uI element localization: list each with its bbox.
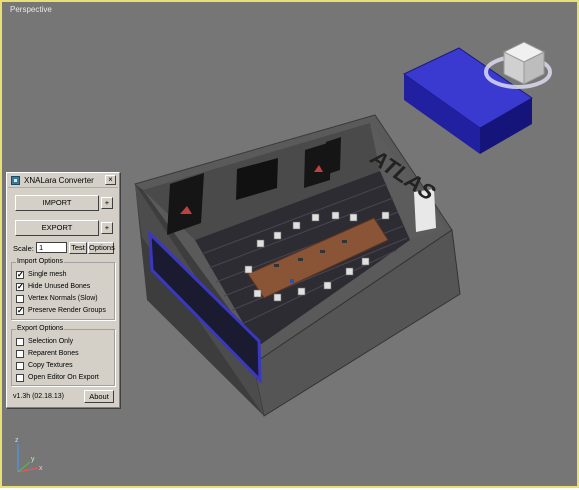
preserve-render-groups-checkbox[interactable]: ✓ bbox=[16, 307, 24, 315]
axis-z: z bbox=[15, 437, 19, 444]
reparent-bones-label: Reparent Bones bbox=[28, 350, 79, 357]
open-editor-checkbox[interactable] bbox=[16, 374, 24, 382]
perspective-viewport[interactable]: Perspective ATLAS z x y XNALara Converte… bbox=[0, 0, 579, 488]
import-options-group: Import Options ✓ Single mesh ✓ Hide Unus… bbox=[11, 258, 115, 320]
import-button[interactable]: IMPORT bbox=[15, 195, 99, 211]
version-label: v1.3h (02.18.13) bbox=[13, 393, 64, 400]
reparent-bones-checkbox[interactable] bbox=[16, 350, 24, 358]
preserve-render-groups-label: Preserve Render Groups bbox=[28, 307, 106, 314]
axis-x: x bbox=[39, 465, 43, 472]
single-mesh-checkbox[interactable]: ✓ bbox=[16, 271, 24, 279]
converter-panel: XNALara Converter × IMPORT + EXPORT + Sc… bbox=[6, 172, 120, 408]
selection-only-checkbox[interactable] bbox=[16, 338, 24, 346]
hide-unused-bones-checkbox[interactable]: ✓ bbox=[16, 283, 24, 291]
open-editor-label: Open Editor On Export bbox=[28, 374, 99, 381]
export-options-group: Export Options Selection Only Reparent B… bbox=[11, 325, 115, 386]
panel-title: XNALara Converter bbox=[24, 176, 94, 185]
export-plus-button[interactable]: + bbox=[101, 222, 113, 234]
export-options-label: Export Options bbox=[16, 325, 65, 333]
hide-unused-bones-label: Hide Unused Bones bbox=[28, 283, 91, 290]
copy-textures-checkbox[interactable] bbox=[16, 362, 24, 370]
vertex-normals-label: Vertex Normals (Slow) bbox=[28, 295, 98, 302]
axis-gizmo: z x y bbox=[15, 437, 43, 473]
panel-titlebar[interactable]: XNALara Converter × bbox=[8, 174, 118, 188]
scale-input[interactable] bbox=[36, 242, 67, 253]
export-button[interactable]: EXPORT bbox=[15, 220, 99, 236]
app-icon bbox=[11, 176, 20, 185]
options-button[interactable]: Options bbox=[88, 242, 115, 254]
test-button[interactable]: Test bbox=[69, 242, 87, 254]
selection-only-label: Selection Only bbox=[28, 338, 74, 345]
about-button[interactable]: About bbox=[84, 390, 114, 403]
import-plus-button[interactable]: + bbox=[101, 197, 113, 209]
axis-y: y bbox=[31, 456, 35, 463]
copy-textures-label: Copy Textures bbox=[28, 362, 73, 369]
import-options-label: Import Options bbox=[16, 258, 64, 266]
close-button[interactable]: × bbox=[105, 175, 116, 185]
vertex-normals-checkbox[interactable] bbox=[16, 295, 24, 303]
poster-4 bbox=[325, 137, 341, 175]
scale-label: Scale: bbox=[13, 244, 34, 253]
single-mesh-label: Single mesh bbox=[28, 271, 67, 278]
